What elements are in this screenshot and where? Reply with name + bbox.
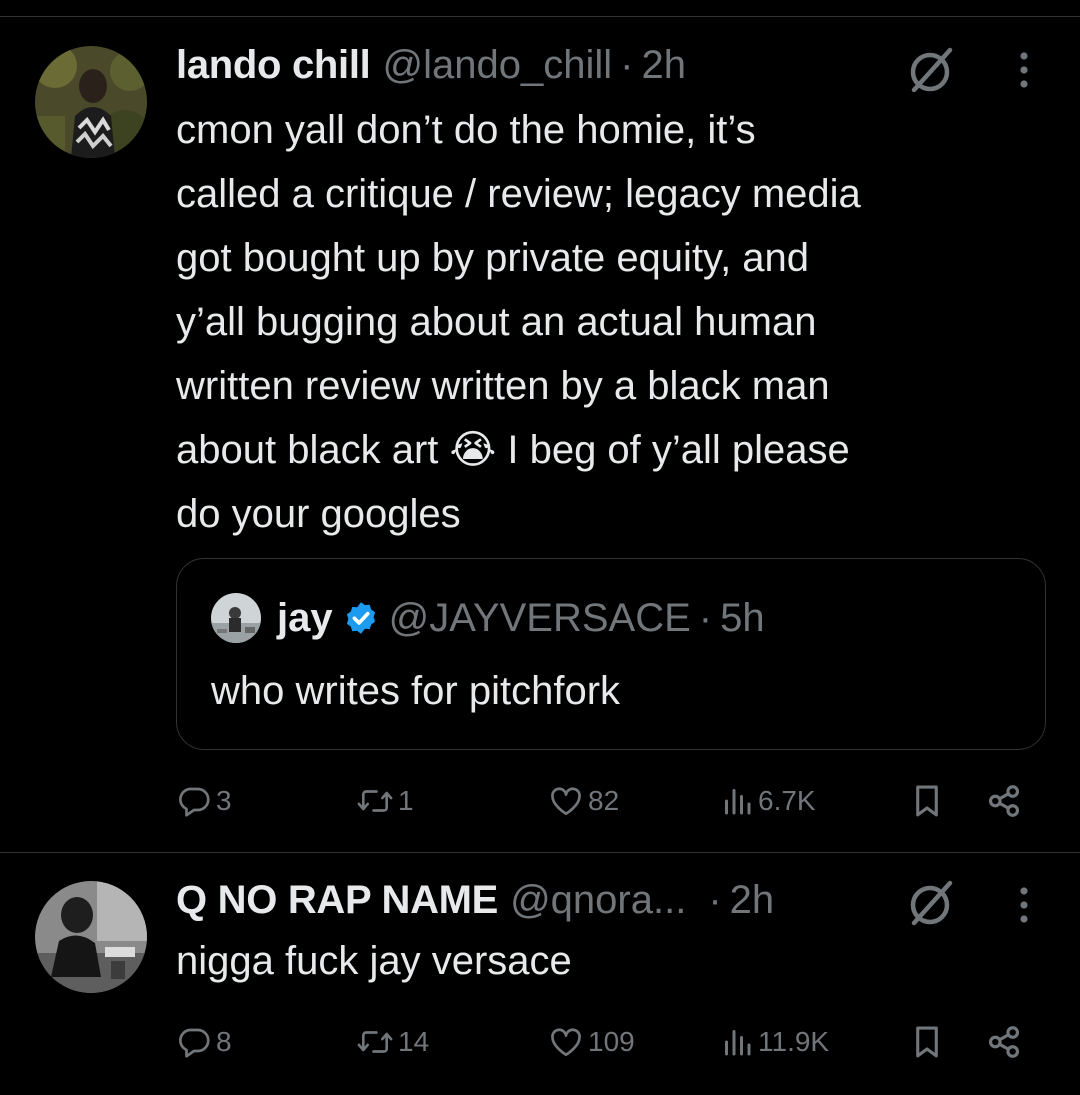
bookmark-icon: [910, 782, 944, 820]
heart-icon: [548, 783, 584, 819]
quoted-avatar: [211, 593, 261, 643]
quoted-tweet-header: jay @JAYVERSACE · 5h: [211, 593, 765, 643]
author-name[interactable]: Q NO RAP NAME: [176, 878, 498, 923]
reply-icon: [176, 783, 212, 819]
separator-dot: ·: [620, 42, 634, 87]
reply-button[interactable]: 3: [176, 776, 232, 826]
like-count: 82: [588, 785, 620, 816]
bookmark-button[interactable]: [910, 1017, 944, 1067]
views-icon: [720, 783, 754, 819]
bookmark-icon: [910, 1023, 944, 1061]
avatar[interactable]: [35, 881, 147, 993]
verified-badge-icon: [343, 600, 379, 636]
reply-count: 8: [216, 1026, 232, 1057]
repost-count: 1: [398, 785, 414, 816]
action-bar: 8 14 109 11.9K: [176, 1017, 1046, 1067]
share-button[interactable]: [984, 776, 1024, 826]
reply-count: 3: [216, 785, 232, 816]
timestamp[interactable]: 2h: [641, 43, 686, 88]
like-button[interactable]: 82: [548, 776, 619, 826]
quoted-author-name: jay: [277, 595, 333, 640]
avatar[interactable]: [35, 46, 147, 158]
bookmark-button[interactable]: [910, 776, 944, 826]
action-bar: 3 1 82 6.7K: [176, 776, 1046, 826]
views-icon: [720, 1024, 754, 1060]
separator-dot: ·: [708, 877, 722, 922]
heart-icon: [548, 1024, 584, 1060]
slashed-circle-icon[interactable]: [904, 875, 960, 931]
repost-button[interactable]: 14: [356, 1017, 429, 1067]
quoted-tweet-text: who writes for pitchfork: [211, 669, 621, 713]
quoted-timestamp: 5h: [720, 595, 765, 640]
author-handle[interactable]: @qnora...: [510, 878, 686, 923]
repost-icon: [356, 1024, 394, 1060]
share-icon: [984, 782, 1024, 820]
share-button[interactable]: [984, 1017, 1024, 1067]
quoted-tweet[interactable]: jay @JAYVERSACE · 5h who writes for pitc…: [176, 558, 1046, 750]
author-name[interactable]: lando chill: [176, 43, 371, 88]
reply-icon: [176, 1024, 212, 1060]
tweet-header: lando chill @lando_chill · 2h: [176, 40, 686, 90]
more-vertical-icon[interactable]: [1004, 881, 1044, 929]
like-count: 109: [588, 1026, 635, 1057]
tweet[interactable]: lando chill @lando_chill · 2h cmon yall …: [0, 0, 1080, 852]
separator-dot: ·: [698, 595, 713, 640]
author-handle[interactable]: @lando_chill: [383, 43, 613, 88]
views-button[interactable]: 6.7K: [720, 776, 816, 826]
repost-button[interactable]: 1: [356, 776, 414, 826]
quoted-author-handle: @JAYVERSACE: [388, 595, 691, 640]
timestamp[interactable]: 2h: [730, 878, 775, 923]
slashed-circle-icon[interactable]: [904, 42, 960, 98]
repost-icon: [356, 783, 394, 819]
tweet-text: nigga fuck jay versace: [176, 939, 572, 983]
views-count: 11.9K: [758, 1026, 830, 1057]
repost-count: 14: [398, 1026, 430, 1057]
share-icon: [984, 1023, 1024, 1061]
views-button[interactable]: 11.9K: [720, 1017, 829, 1067]
tweet-text: cmon yall don’t do the homie, it’s calle…: [176, 108, 861, 536]
like-button[interactable]: 109: [548, 1017, 635, 1067]
tweet-header: Q NO RAP NAME @qnora... · 2h: [176, 875, 774, 925]
tweet[interactable]: Q NO RAP NAME @qnora... · 2h nigga fuck …: [0, 853, 1080, 1095]
views-count: 6.7K: [758, 785, 816, 816]
reply-button[interactable]: 8: [176, 1017, 232, 1067]
more-vertical-icon[interactable]: [1004, 46, 1044, 94]
